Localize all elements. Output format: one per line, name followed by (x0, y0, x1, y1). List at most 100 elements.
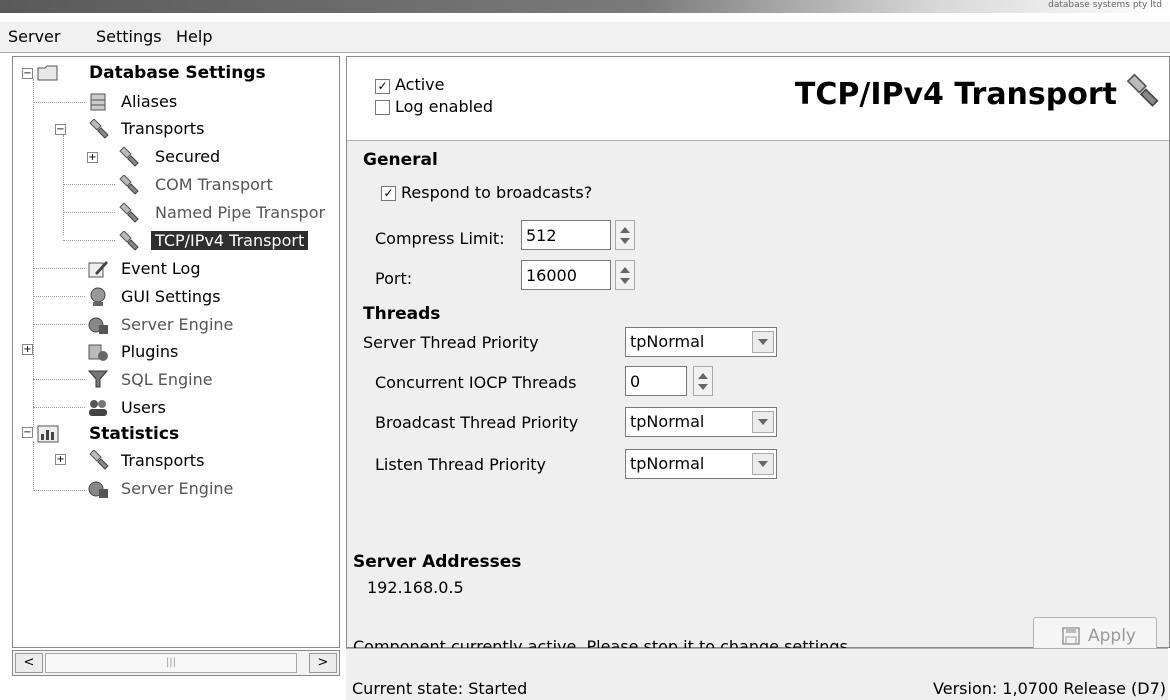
expand-toggle[interactable]: + (55, 454, 66, 465)
tree-label: COM Transport (155, 175, 273, 194)
tree-label: SQL Engine (121, 370, 213, 389)
tree-line (33, 102, 85, 103)
iocp-threads-spinner[interactable] (693, 366, 713, 396)
chevron-down-icon[interactable] (752, 331, 774, 353)
plugin-icon (88, 344, 108, 361)
menu-server[interactable]: Server (8, 27, 60, 46)
collapse-toggle[interactable]: − (22, 68, 33, 79)
select-value: tpNormal (630, 454, 705, 473)
tree-line (33, 490, 85, 491)
tree-item-users[interactable]: Users (121, 395, 166, 421)
save-icon (1062, 627, 1080, 645)
plug-icon (119, 175, 139, 195)
select-value: tpNormal (630, 332, 705, 351)
tree-label: TCP/IPv4 Transport (151, 231, 309, 250)
tree-line (63, 212, 115, 213)
users-icon (89, 400, 107, 416)
scroll-left-button[interactable]: < (15, 653, 43, 673)
tree-label: Aliases (121, 92, 178, 111)
listen-thread-priority-label: Listen Thread Priority (375, 455, 547, 474)
alias-icon (90, 93, 106, 111)
tree-label: Statistics (89, 424, 180, 444)
compress-limit-spinner[interactable] (615, 220, 635, 250)
expand-toggle[interactable]: + (87, 152, 98, 163)
tree-label: Event Log (121, 259, 201, 278)
tree-item-database-settings[interactable]: Database Settings (89, 60, 266, 86)
port-spinner[interactable] (615, 260, 635, 290)
listen-thread-priority-select[interactable]: tpNormal (625, 449, 777, 479)
brand-text: database systems pty ltd (1048, 0, 1162, 10)
engine-icon (88, 481, 108, 498)
settings-tree[interactable]: − Database Settings Aliases − Transports… (12, 56, 340, 648)
broadcast-thread-priority-select[interactable]: tpNormal (625, 407, 777, 437)
tree-label: Transports (121, 119, 205, 138)
tree-item-tcp-ipv4-transport[interactable]: TCP/IPv4 Transport (151, 228, 309, 254)
plug-icon (89, 119, 109, 139)
tree-line (33, 441, 34, 489)
tree-line (33, 324, 85, 325)
tree-label: Server Engine (121, 479, 234, 498)
concurrent-iocp-threads-input[interactable]: 0 (625, 366, 687, 396)
tree-line (33, 379, 85, 380)
tree-item-sql-engine[interactable]: SQL Engine (121, 367, 213, 393)
tree-item-event-log[interactable]: Event Log (121, 256, 201, 282)
title-bar: database systems pty ltd (0, 0, 1170, 22)
tree-line (33, 407, 85, 408)
scroll-right-button[interactable]: > (309, 653, 337, 673)
active-checkbox[interactable]: ✓ (375, 79, 390, 94)
funnel-icon (87, 370, 109, 388)
tree-item-aliases[interactable]: Aliases (121, 89, 177, 115)
chevron-down-icon[interactable] (752, 411, 774, 433)
tree-item-plugins[interactable]: Plugins (121, 339, 178, 365)
compress-limit-input[interactable]: 512 (521, 220, 611, 250)
menu-help[interactable]: Help (176, 27, 212, 46)
tree-label: GUI Settings (121, 287, 221, 306)
respond-broadcasts-checkbox[interactable]: ✓ (381, 186, 396, 201)
page-title: TCP/IPv4 Transport (794, 77, 1117, 112)
folder-icon (37, 65, 58, 81)
log-enabled-label: Log enabled (395, 97, 494, 116)
plug-icon (119, 147, 139, 167)
menu-bar: Server Settings Help (0, 22, 1170, 53)
tree-item-com-transport[interactable]: COM Transport (155, 172, 273, 198)
plug-icon (119, 231, 139, 251)
server-addresses-heading: Server Addresses (353, 552, 522, 572)
server-thread-priority-label: Server Thread Priority (363, 333, 539, 352)
panel-header: ✓ Active Log enabled TCP/IPv4 Transport (347, 57, 1169, 141)
settings-panel: ✓ Active Log enabled TCP/IPv4 Transport … (346, 56, 1170, 656)
collapse-toggle[interactable]: − (55, 124, 66, 135)
plug-icon (89, 450, 109, 470)
tree-item-server-engine[interactable]: Server Engine (121, 312, 233, 338)
compress-limit-label: Compress Limit: (375, 229, 505, 248)
log-enabled-checkbox[interactable] (375, 100, 390, 115)
version-text: Version: 1,0700 Release (D7) (933, 679, 1166, 698)
tree-item-secured[interactable]: Secured (155, 144, 220, 170)
plug-icon (1126, 73, 1159, 107)
menu-settings[interactable]: Settings (96, 27, 162, 46)
tree-label: Transports (121, 451, 205, 470)
expand-toggle[interactable]: + (22, 344, 33, 355)
tree-item-statistics[interactable]: Statistics (89, 421, 179, 447)
tree-label: Named Pipe Transpor (155, 203, 326, 222)
respond-broadcasts-label: Respond to broadcasts? (401, 183, 593, 202)
server-thread-priority-select[interactable]: tpNormal (625, 327, 777, 357)
server-address: 192.168.0.5 (367, 578, 464, 597)
tree-horizontal-scrollbar[interactable]: < ||| > (12, 650, 340, 676)
monitor-icon (90, 287, 106, 306)
tree-item-named-pipe-transport[interactable]: Named Pipe Transpor (155, 200, 325, 226)
collapse-toggle[interactable]: − (22, 427, 33, 438)
select-value: tpNormal (630, 412, 705, 431)
tree-item-stat-server-engine[interactable]: Server Engine (121, 476, 233, 502)
tree-item-gui-settings[interactable]: GUI Settings (121, 284, 221, 310)
tree-label: Database Settings (89, 63, 266, 83)
tree-item-stat-transports[interactable]: Transports (121, 448, 204, 474)
port-input[interactable]: 16000 (521, 260, 611, 290)
general-heading: General (363, 150, 438, 170)
tree-line (63, 135, 64, 235)
tree-line (63, 240, 115, 241)
plug-icon (119, 203, 139, 223)
scroll-thumb[interactable]: ||| (45, 653, 297, 673)
chevron-down-icon[interactable] (752, 453, 774, 475)
port-label: Port: (375, 269, 413, 288)
tree-item-transports[interactable]: Transports (121, 116, 204, 142)
